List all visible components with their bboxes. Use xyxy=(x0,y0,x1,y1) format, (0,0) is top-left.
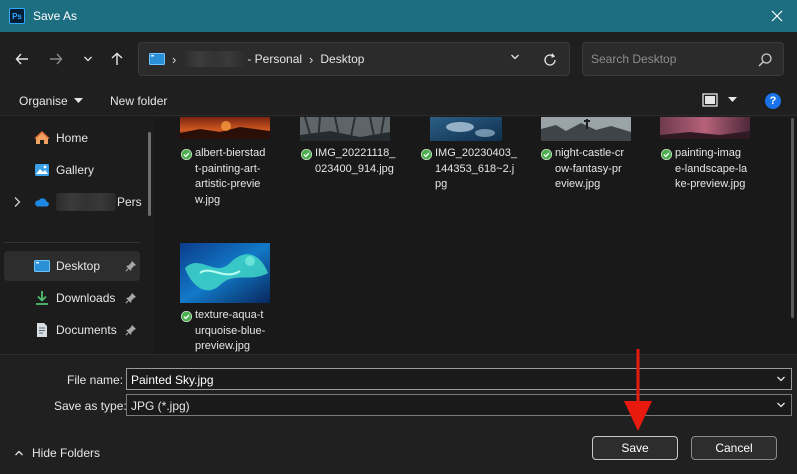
file-name: painting-imag e-landscape-la ke-preview.jp… xyxy=(675,147,748,190)
sidebar-item-label: Pers xyxy=(117,195,142,209)
file-thumbnail xyxy=(430,117,502,141)
navigation-pane-scrollbar[interactable] xyxy=(148,132,151,216)
breadcrumb-desktop[interactable]: Desktop xyxy=(320,52,364,66)
sync-status-icon xyxy=(181,311,192,322)
sidebar-item-downloads[interactable]: Downloads xyxy=(4,283,140,313)
arrow-left-icon xyxy=(15,53,28,65)
photoshop-icon: Ps xyxy=(9,8,25,24)
file-name: texture-aqua-t urquoise-blue-preview.jpg xyxy=(195,309,266,352)
refresh-icon xyxy=(544,53,556,66)
chevron-right-icon xyxy=(14,197,21,207)
command-bar: Organise New folder ? xyxy=(0,86,797,116)
sidebar-item-label: Gallery xyxy=(56,163,95,177)
back-button[interactable] xyxy=(11,48,33,70)
hide-folders-button[interactable]: Hide Folders xyxy=(14,446,100,460)
arrow-right-icon xyxy=(50,53,63,65)
pin-icon[interactable] xyxy=(125,324,137,336)
documents-icon xyxy=(37,323,47,337)
file-list-scrollbar[interactable] xyxy=(791,118,794,318)
recent-locations-button[interactable] xyxy=(77,48,99,70)
sync-status-icon xyxy=(421,149,432,160)
save-as-type-select[interactable]: JPG (*.jpg) xyxy=(126,394,792,416)
breadcrumb-personal[interactable]: - Personal xyxy=(247,52,302,66)
file-thumbnail xyxy=(180,243,270,303)
pin-icon[interactable] xyxy=(125,292,137,304)
search-input[interactable] xyxy=(591,51,751,67)
up-button[interactable] xyxy=(106,48,128,70)
cancel-button[interactable]: Cancel xyxy=(691,436,777,460)
sidebar-item-label: Documents xyxy=(56,323,117,337)
file-name: IMG_20230403_ 144353_618~2.j pg xyxy=(435,147,517,190)
desktop-icon xyxy=(34,260,50,272)
chevron-down-icon[interactable] xyxy=(776,400,786,410)
file-thumbnail xyxy=(300,117,390,141)
pin-icon[interactable] xyxy=(125,260,137,272)
chevron-right-icon: › xyxy=(172,51,177,67)
view-options-button[interactable] xyxy=(702,93,737,107)
sync-status-icon xyxy=(541,149,552,160)
downloads-icon xyxy=(36,291,48,305)
sidebar-item-gallery[interactable]: Gallery xyxy=(4,155,140,185)
sidebar-item-label: Downloads xyxy=(56,291,116,305)
close-icon xyxy=(771,10,783,22)
sidebar-item-home[interactable]: Home xyxy=(4,123,140,153)
sidebar-item-desktop[interactable]: Desktop xyxy=(4,251,140,281)
file-name: night-castle-cr ow-fantasy-pr eview.jpg xyxy=(555,147,625,190)
caret-down-icon xyxy=(73,98,83,103)
sidebar-item-label: Home xyxy=(56,131,89,145)
organise-button[interactable]: Organise xyxy=(19,94,83,108)
chevron-down-icon xyxy=(84,56,92,62)
address-dropdown-button[interactable] xyxy=(510,50,520,65)
forward-button[interactable] xyxy=(45,48,67,70)
divider xyxy=(4,242,140,243)
onedrive-icon xyxy=(35,198,49,207)
arrow-up-icon xyxy=(111,52,123,65)
sync-status-icon xyxy=(661,149,672,160)
hide-folders-label: Hide Folders xyxy=(32,446,101,460)
file-thumbnail xyxy=(660,117,750,139)
title-bar: Ps Save As xyxy=(0,0,797,32)
annotation-arrow-icon xyxy=(624,349,652,431)
window-title: Save As xyxy=(33,9,78,23)
close-button[interactable] xyxy=(765,4,789,28)
file-name: IMG_20221118_ 023400_914.jpg xyxy=(315,147,396,175)
chevron-down-icon xyxy=(511,54,519,60)
gallery-icon xyxy=(35,164,49,176)
chevron-up-icon xyxy=(15,450,23,456)
save-as-type-value: JPG (*.jpg) xyxy=(131,399,190,413)
organise-label: Organise xyxy=(19,94,68,108)
file-thumbnail xyxy=(541,117,631,141)
file-name: albert-bierstad t-painting-art-artistic-p… xyxy=(195,147,266,206)
sync-status-icon xyxy=(301,149,312,160)
navigation-pane: Home Gallery Pers Desktop Downloads Docu… xyxy=(0,117,150,354)
save-form: File name: Save as type: JPG (*.jpg) Hid… xyxy=(0,354,797,474)
search-box[interactable] xyxy=(582,42,784,76)
sidebar-item-documents[interactable]: Documents xyxy=(4,315,140,345)
file-list: albert-bierstad t-painting-art-artistic-p… xyxy=(155,117,797,354)
refresh-button[interactable] xyxy=(541,51,559,69)
new-folder-button[interactable]: New folder xyxy=(110,94,167,108)
sidebar-item-onedrive[interactable]: Pers xyxy=(4,187,142,217)
chevron-down-icon[interactable] xyxy=(776,374,786,384)
address-bar[interactable]: › - Personal › Desktop xyxy=(138,42,570,76)
help-icon[interactable]: ? xyxy=(765,93,781,109)
file-name-label: File name: xyxy=(67,373,124,387)
navigation-bar: › - Personal › Desktop xyxy=(0,32,797,86)
sync-status-icon xyxy=(181,149,192,160)
chevron-right-icon: › xyxy=(309,51,314,67)
view-icon xyxy=(702,93,718,107)
file-thumbnail xyxy=(180,117,270,139)
sidebar-item-label: Desktop xyxy=(56,259,101,273)
redacted-account-name xyxy=(56,193,116,211)
save-button[interactable]: Save xyxy=(592,436,678,460)
file-name-field[interactable] xyxy=(126,368,792,390)
caret-down-icon xyxy=(728,97,737,102)
search-icon xyxy=(758,53,772,67)
redacted-username xyxy=(183,51,246,67)
save-as-type-label: Save as type: xyxy=(54,399,127,413)
home-icon xyxy=(34,130,50,144)
desktop-icon xyxy=(149,53,165,65)
